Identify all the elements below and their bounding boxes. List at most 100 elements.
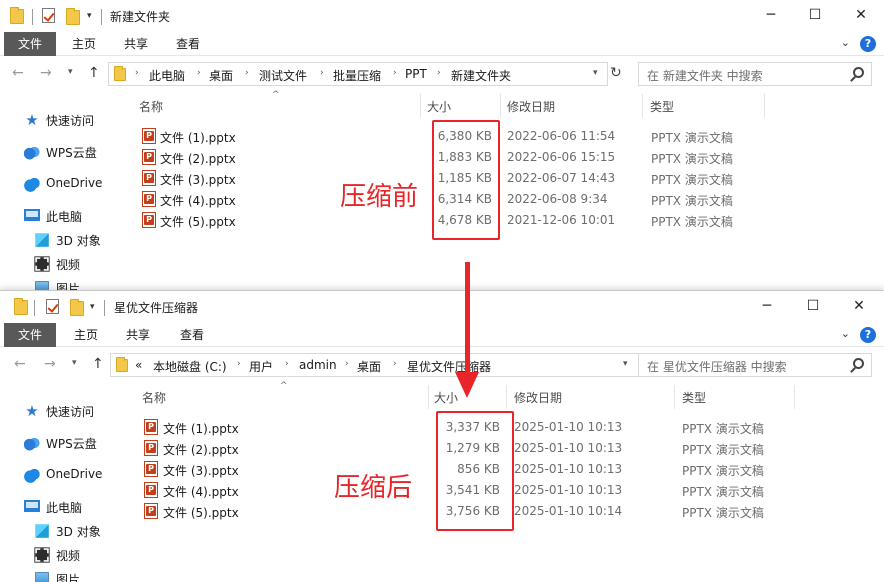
breadcrumb[interactable]: 桌面 <box>357 358 381 375</box>
table-row[interactable]: 文件 (3).pptx 1,185 KB 2022-06-07 14:43 PP… <box>122 168 884 189</box>
divider <box>32 9 33 25</box>
tab-view[interactable]: 查看 <box>166 32 210 56</box>
breadcrumb[interactable]: 桌面 <box>209 67 233 84</box>
help-icon[interactable]: ? <box>860 36 876 52</box>
table-row[interactable]: 文件 (3).pptx 856 KB 2025-01-10 10:13 PPTX… <box>122 459 884 480</box>
table-row[interactable]: 文件 (2).pptx 1,883 KB 2022-06-06 15:15 PP… <box>122 147 884 168</box>
column-divider[interactable] <box>642 94 643 118</box>
divider <box>104 300 105 316</box>
breadcrumb-overflow[interactable]: « <box>135 358 142 372</box>
address-bar[interactable]: « 本地磁盘 (C:) › 用户 › admin › 桌面 › 星优文件压缩器 … <box>110 353 640 377</box>
chevron-right-icon[interactable]: › <box>237 359 241 369</box>
window-title: 新建文件夹 <box>110 10 171 24</box>
tab-view[interactable]: 查看 <box>170 323 214 347</box>
column-header-name[interactable]: 名称 <box>139 98 163 115</box>
chevron-right-icon[interactable]: › <box>285 359 289 369</box>
column-header-type[interactable]: 类型 <box>682 389 706 406</box>
divider <box>34 300 35 316</box>
breadcrumb[interactable]: admin <box>299 358 337 372</box>
chevron-down-icon[interactable]: ⌄ <box>841 327 850 340</box>
up-button[interactable]: ↑ <box>88 65 100 81</box>
chevron-right-icon[interactable]: › <box>393 359 397 369</box>
column-divider[interactable] <box>500 94 501 118</box>
help-icon[interactable]: ? <box>860 327 876 343</box>
file-size: 6,380 KB <box>437 129 492 143</box>
column-divider[interactable] <box>794 385 795 409</box>
tab-share[interactable]: 共享 <box>116 323 160 347</box>
breadcrumb[interactable]: 本地磁盘 (C:) <box>153 358 227 375</box>
column-divider[interactable] <box>420 94 421 118</box>
address-dropdown-icon[interactable]: ▾ <box>623 359 628 369</box>
chevron-right-icon[interactable]: › <box>393 68 397 78</box>
recent-locations-icon[interactable]: ▾ <box>72 358 77 368</box>
column-header-type[interactable]: 类型 <box>650 98 674 115</box>
table-row[interactable]: 文件 (5).pptx 4,678 KB 2021-12-06 10:01 PP… <box>122 210 884 231</box>
address-dropdown-icon[interactable]: ▾ <box>593 68 598 78</box>
up-button[interactable]: ↑ <box>92 356 104 372</box>
tab-file[interactable]: 文件 <box>4 323 56 347</box>
tab-share[interactable]: 共享 <box>114 32 158 56</box>
folder-icon <box>10 7 24 24</box>
table-row[interactable]: 文件 (1).pptx 6,380 KB 2022-06-06 11:54 PP… <box>122 126 884 147</box>
tab-home[interactable]: 主页 <box>64 323 108 347</box>
properties-icon[interactable] <box>46 299 59 314</box>
breadcrumb[interactable]: 测试文件 <box>259 67 307 84</box>
tab-file[interactable]: 文件 <box>4 32 56 56</box>
address-bar[interactable]: › 此电脑 › 桌面 › 测试文件 › 批量压缩 › PPT › 新建文件夹 ▾ <box>108 62 608 86</box>
forward-button[interactable]: → <box>40 65 52 81</box>
customize-toolbar-icon[interactable]: ▾ <box>87 11 92 21</box>
column-header-name[interactable]: 名称 <box>142 389 166 406</box>
maximize-button[interactable]: ☐ <box>792 0 838 32</box>
chevron-right-icon[interactable]: › <box>437 68 441 78</box>
search-box[interactable]: 在 新建文件夹 中搜索 <box>638 62 872 86</box>
tab-home[interactable]: 主页 <box>62 32 106 56</box>
search-input[interactable]: 在 星优文件压缩器 中搜索 <box>647 358 787 375</box>
search-input[interactable]: 在 新建文件夹 中搜索 <box>647 67 763 84</box>
table-row[interactable]: 文件 (4).pptx 3,541 KB 2025-01-10 10:13 PP… <box>122 480 884 501</box>
minimize-button[interactable]: ─ <box>744 291 790 323</box>
close-button[interactable]: ✕ <box>838 0 884 32</box>
pptx-file-icon <box>144 440 158 456</box>
column-header-date[interactable]: 修改日期 <box>514 389 562 406</box>
minimize-button[interactable]: ─ <box>748 0 794 32</box>
table-row[interactable]: 文件 (5).pptx 3,756 KB 2025-01-10 10:14 PP… <box>122 501 884 522</box>
back-button[interactable]: ← <box>14 356 26 372</box>
chevron-right-icon[interactable]: › <box>197 68 201 78</box>
column-divider[interactable] <box>506 385 507 409</box>
new-folder-icon[interactable] <box>66 8 80 25</box>
breadcrumb[interactable]: 用户 <box>249 358 273 375</box>
breadcrumb[interactable]: 新建文件夹 <box>451 67 511 84</box>
chevron-right-icon[interactable]: › <box>320 68 324 78</box>
back-button[interactable]: ← <box>12 65 24 81</box>
table-row[interactable]: 文件 (2).pptx 1,279 KB 2025-01-10 10:13 PP… <box>122 438 884 459</box>
breadcrumb[interactable]: 批量压缩 <box>333 67 381 84</box>
chevron-right-icon[interactable]: › <box>135 68 139 78</box>
customize-toolbar-icon[interactable]: ▾ <box>90 302 95 312</box>
new-folder-icon[interactable] <box>70 299 84 316</box>
properties-icon[interactable] <box>42 8 55 23</box>
file-date: 2025-01-10 10:13 <box>514 420 623 434</box>
column-header-size[interactable]: 大小 <box>427 98 451 115</box>
column-header-date[interactable]: 修改日期 <box>507 98 555 115</box>
column-divider[interactable] <box>428 385 429 409</box>
chevron-right-icon[interactable]: › <box>245 68 249 78</box>
column-divider[interactable] <box>674 385 675 409</box>
search-box[interactable]: 在 星优文件压缩器 中搜索 <box>638 353 872 377</box>
pptx-file-icon <box>142 170 156 186</box>
recent-locations-icon[interactable]: ▾ <box>68 67 73 77</box>
forward-button[interactable]: → <box>44 356 56 372</box>
title-bar: ▾ 星优文件压缩器 ─ ☐ ✕ <box>0 291 884 323</box>
file-name: 文件 (1).pptx <box>160 131 236 145</box>
table-row[interactable]: 文件 (1).pptx 3,337 KB 2025-01-10 10:13 PP… <box>122 417 884 438</box>
sidebar-item-label: 此电脑 <box>46 210 83 224</box>
chevron-down-icon[interactable]: ⌄ <box>841 36 850 49</box>
close-button[interactable]: ✕ <box>836 291 882 323</box>
refresh-icon[interactable]: ↻ <box>610 65 622 81</box>
maximize-button[interactable]: ☐ <box>790 291 836 323</box>
column-divider[interactable] <box>764 94 765 118</box>
file-name: 文件 (5).pptx <box>160 215 236 229</box>
chevron-right-icon[interactable]: › <box>345 359 349 369</box>
table-row[interactable]: 文件 (4).pptx 6,314 KB 2022-06-08 9:34 PPT… <box>122 189 884 210</box>
breadcrumb[interactable]: PPT <box>405 67 427 81</box>
breadcrumb[interactable]: 此电脑 <box>149 67 185 84</box>
